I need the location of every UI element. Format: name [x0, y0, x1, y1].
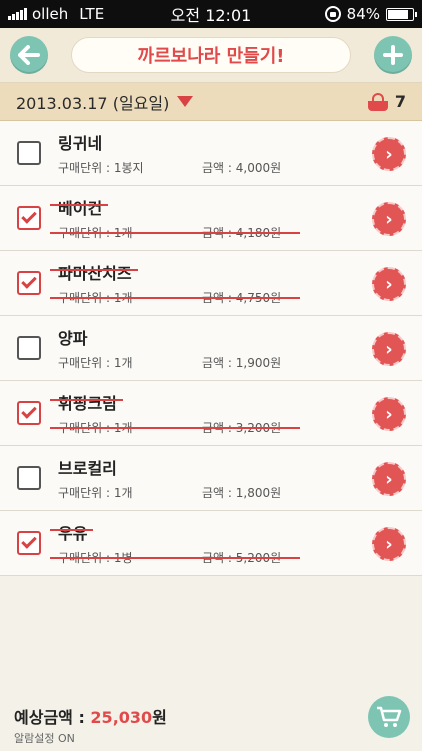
- battery-icon: [386, 7, 417, 21]
- checkmark-icon: [21, 273, 37, 289]
- list-item[interactable]: 베이컨구매단위 : 1개금액 : 4,180원›: [0, 186, 422, 251]
- list-item[interactable]: 휘핑크림구매단위 : 1개금액 : 3,200원›: [0, 381, 422, 446]
- status-bar: olleh LTE 오전 12:01 84%: [0, 0, 422, 28]
- item-detail-button[interactable]: ›: [372, 527, 406, 561]
- cart-icon: [377, 706, 402, 727]
- date-selector[interactable]: 2013.03.17 (일요일): [16, 90, 194, 114]
- shopping-list: 링귀네구매단위 : 1봉지금액 : 4,000원›베이컨구매단위 : 1개금액 …: [0, 121, 422, 576]
- strike-detail-line: [50, 297, 300, 299]
- strike-name-line: [50, 269, 138, 271]
- estimated-total: 예상금액 : 25,030원: [14, 704, 167, 728]
- network-label: LTE: [79, 5, 105, 23]
- item-unit: 구매단위 : 1개: [58, 486, 133, 500]
- item-checkbox[interactable]: [17, 401, 41, 425]
- strike-name-line: [50, 399, 123, 401]
- total-unit: 원: [152, 708, 167, 727]
- alarm-status: 알람설정 ON: [14, 732, 75, 745]
- strike-detail-line: [50, 232, 300, 234]
- item-name: 브로컬리: [58, 459, 117, 478]
- chevron-right-icon: ›: [385, 143, 393, 165]
- chevron-right-icon: ›: [385, 208, 393, 230]
- item-price: 금액 : 4,000원: [202, 161, 282, 175]
- item-price: 금액 : 1,800원: [202, 486, 282, 500]
- item-name: 양파: [58, 329, 88, 348]
- strike-name-line: [50, 204, 108, 206]
- item-name: 파마산치즈: [58, 264, 132, 283]
- battery-percent: 84%: [346, 5, 380, 23]
- strike-detail-line: [50, 427, 300, 429]
- item-detail-button[interactable]: ›: [372, 137, 406, 171]
- chevron-right-icon: ›: [385, 273, 393, 295]
- item-name: 링귀네: [58, 134, 103, 153]
- total-label: 예상금액 :: [14, 708, 91, 727]
- header: 까르보나라 만들기!: [0, 28, 422, 83]
- item-checkbox[interactable]: [17, 271, 41, 295]
- basket-count-label: 7: [394, 92, 406, 111]
- basket-count: 7: [367, 92, 406, 111]
- rotation-lock-icon: [324, 6, 341, 22]
- item-checkbox[interactable]: [17, 466, 41, 490]
- basket-icon: [367, 92, 389, 111]
- add-button[interactable]: [374, 36, 412, 74]
- checkmark-icon: [21, 533, 37, 549]
- plus-icon: [383, 45, 403, 65]
- list-item[interactable]: 파마산치즈구매단위 : 1개금액 : 4,750원›: [0, 251, 422, 316]
- back-arrow-icon: [18, 45, 40, 65]
- dropdown-triangle-icon: [177, 96, 194, 107]
- chevron-right-icon: ›: [385, 533, 393, 555]
- strike-name-line: [50, 529, 93, 531]
- chevron-right-icon: ›: [385, 468, 393, 490]
- back-button[interactable]: [10, 36, 48, 74]
- item-detail-button[interactable]: ›: [372, 202, 406, 236]
- date-label: 2013.03.17 (일요일): [16, 93, 170, 113]
- item-name: 베이컨: [58, 199, 103, 218]
- checkmark-icon: [21, 403, 37, 419]
- strike-detail-line: [50, 557, 300, 559]
- item-detail-button[interactable]: ›: [372, 267, 406, 301]
- item-checkbox[interactable]: [17, 141, 41, 165]
- cart-button[interactable]: [368, 696, 410, 738]
- item-detail-button[interactable]: ›: [372, 462, 406, 496]
- item-unit: 구매단위 : 1개: [58, 356, 133, 370]
- status-right: 84%: [264, 5, 417, 23]
- battery-fill: [388, 9, 409, 19]
- list-item[interactable]: 우유구매단위 : 1병금액 : 5,200원›: [0, 511, 422, 576]
- signal-icon: [8, 8, 27, 20]
- item-checkbox[interactable]: [17, 336, 41, 360]
- item-unit: 구매단위 : 1봉지: [58, 161, 144, 175]
- status-time: 오전 12:01: [170, 6, 252, 25]
- chevron-right-icon: ›: [385, 403, 393, 425]
- item-detail-button[interactable]: ›: [372, 332, 406, 366]
- total-amount: 25,030: [90, 708, 153, 727]
- list-item[interactable]: 양파구매단위 : 1개 금액 : 1,900원 ›: [0, 316, 422, 381]
- item-price: 금액 : 1,900원: [202, 356, 282, 370]
- page-title: 까르보나라 만들기!: [71, 37, 351, 73]
- item-name: 휘핑크림: [58, 394, 117, 413]
- checkmark-icon: [21, 208, 37, 224]
- item-checkbox[interactable]: [17, 531, 41, 555]
- footer: 예상금액 : 25,030원 알람설정 ON: [0, 690, 422, 751]
- item-detail-button[interactable]: ›: [372, 397, 406, 431]
- status-left: olleh LTE: [8, 5, 158, 23]
- item-name: 우유: [58, 524, 88, 543]
- carrier-label: olleh: [32, 5, 69, 23]
- chevron-right-icon: ›: [385, 338, 393, 360]
- list-item[interactable]: 브로컬리구매단위 : 1개 금액 : 1,800원 ›: [0, 446, 422, 511]
- list-item[interactable]: 링귀네구매단위 : 1봉지 금액 : 4,000원 ›: [0, 121, 422, 186]
- item-checkbox[interactable]: [17, 206, 41, 230]
- date-bar: 2013.03.17 (일요일) 7: [0, 83, 422, 121]
